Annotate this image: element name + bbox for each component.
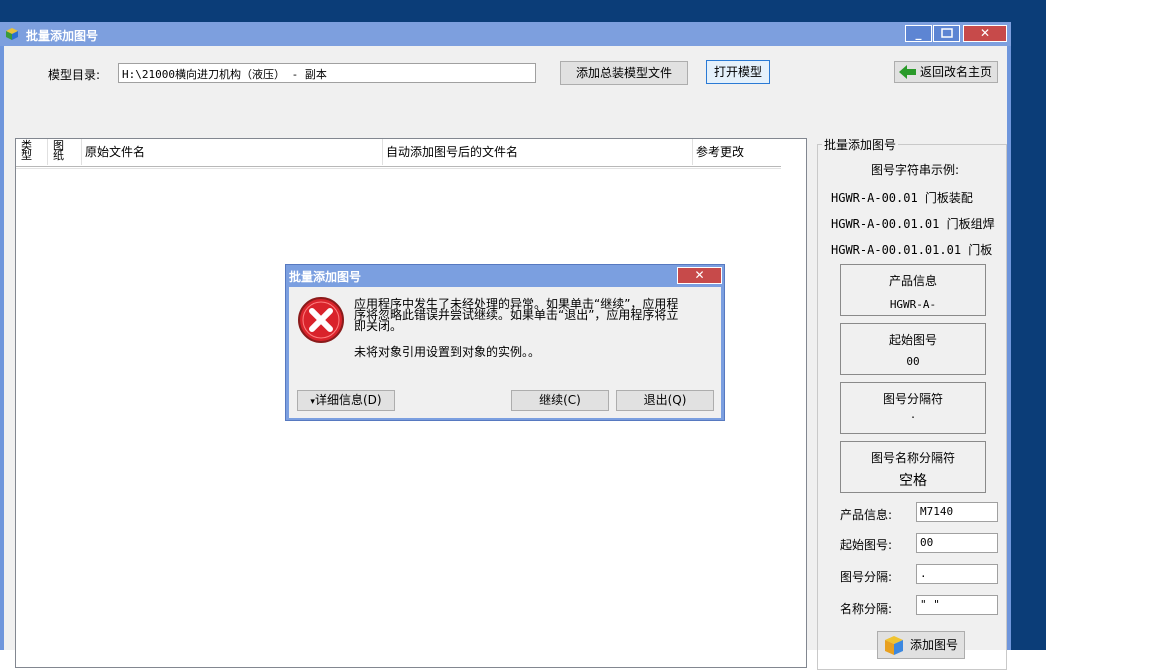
name-sep-box: 图号名称分隔符 空格 xyxy=(840,441,986,493)
separator-box: 图号分隔符 . xyxy=(840,382,986,434)
column-new-name[interactable]: 自动添加图号后的文件名 xyxy=(383,139,693,165)
start-no-box: 起始图号 00 xyxy=(840,323,986,375)
example-line-1: HGWR-A-00.01 门板装配 xyxy=(831,191,973,205)
name-sep-value: 空格 xyxy=(899,473,927,489)
separator-title: 图号分隔符 xyxy=(882,392,943,406)
example-line-2: HGWR-A-00.01.01 门板组焊 xyxy=(831,217,995,231)
back-home-button[interactable]: 返回改名主页 xyxy=(894,61,998,83)
example-line-3: HGWR-A-00.01.01.01 门板 xyxy=(831,243,993,257)
column-type[interactable]: 类型 xyxy=(16,139,48,165)
header-divider-2 xyxy=(16,168,781,169)
column-ref-change[interactable]: 参考更改 xyxy=(693,139,781,165)
add-cube-icon xyxy=(885,636,903,655)
error-icon xyxy=(298,297,344,343)
dialog-detail-message: 未将对象引用设置到对象的实例。。 xyxy=(354,345,541,359)
sep-input[interactable]: . xyxy=(916,564,998,584)
dialog-message-line-3: 即关闭。 xyxy=(354,319,403,333)
group-title: 批量添加图号 xyxy=(822,136,899,153)
dialog-message-line-2: 序将忽略此错误并尝试继续。如果单击“退出”，应用程序将立 xyxy=(354,308,679,322)
details-button-label: 详细信息(D) xyxy=(314,393,382,407)
start-input[interactable]: 00 xyxy=(916,533,998,553)
model-dir-input[interactable]: H:\21000横向进刀机构（液压） - 副本 xyxy=(118,63,536,83)
maximize-button[interactable] xyxy=(933,25,960,42)
back-arrow-icon xyxy=(899,65,916,79)
app-cube-icon xyxy=(6,28,18,40)
open-model-button[interactable]: 打开模型 xyxy=(706,60,770,84)
minimize-button[interactable]: _ xyxy=(905,25,932,42)
add-assembly-button[interactable]: 添加总装模型文件 xyxy=(560,61,688,85)
column-original-name[interactable]: 原始文件名 xyxy=(82,139,383,165)
header-divider xyxy=(16,166,781,167)
window-titlebar[interactable]: 批量添加图号 _ ✕ xyxy=(0,22,1011,46)
maximize-icon xyxy=(940,28,953,38)
dialog-title: 批量添加图号 xyxy=(289,270,362,284)
start-label: 起始图号: xyxy=(840,538,893,552)
name-sep-title: 图号名称分隔符 xyxy=(870,451,955,465)
column-drawing[interactable]: 图纸 xyxy=(48,139,82,165)
separator-value: . xyxy=(911,407,915,421)
close-button[interactable]: ✕ xyxy=(963,25,1007,42)
error-dialog: 批量添加图号 ✕ 应用程序中发生了未经处理的异常。如果单击“继续”，应用程 序将… xyxy=(285,264,725,421)
product-info-box: 产品信息 HGWR-A- xyxy=(840,264,986,316)
product-input[interactable]: M7140 xyxy=(916,502,998,522)
column-type-label: 类型 xyxy=(21,139,32,162)
window-title: 批量添加图号 xyxy=(26,29,99,43)
name-sep-input[interactable]: " " xyxy=(916,595,998,615)
column-drawing-label: 图纸 xyxy=(53,139,64,162)
dialog-client: 应用程序中发生了未经处理的异常。如果单击“继续”，应用程 序将忽略此错误并尝试继… xyxy=(289,287,721,418)
details-button[interactable]: ▾详细信息(D) xyxy=(297,390,395,411)
example-title: 图号字符串示例: xyxy=(871,163,960,177)
sep-label: 图号分隔: xyxy=(840,570,893,584)
start-no-title: 起始图号 xyxy=(888,333,937,347)
continue-button[interactable]: 继续(C) xyxy=(511,390,609,411)
back-home-label: 返回改名主页 xyxy=(920,65,993,79)
name-sep-label: 名称分隔: xyxy=(840,602,893,616)
product-info-title: 产品信息 xyxy=(888,274,937,288)
product-info-value: HGWR-A- xyxy=(889,298,937,311)
add-number-button[interactable]: 添加图号 xyxy=(877,631,965,659)
product-label: 产品信息: xyxy=(840,508,893,522)
model-dir-label: 模型目录: xyxy=(48,68,101,82)
start-no-value: 00 xyxy=(906,355,920,368)
quit-button[interactable]: 退出(Q) xyxy=(616,390,714,411)
dialog-close-button[interactable]: ✕ xyxy=(677,267,722,284)
